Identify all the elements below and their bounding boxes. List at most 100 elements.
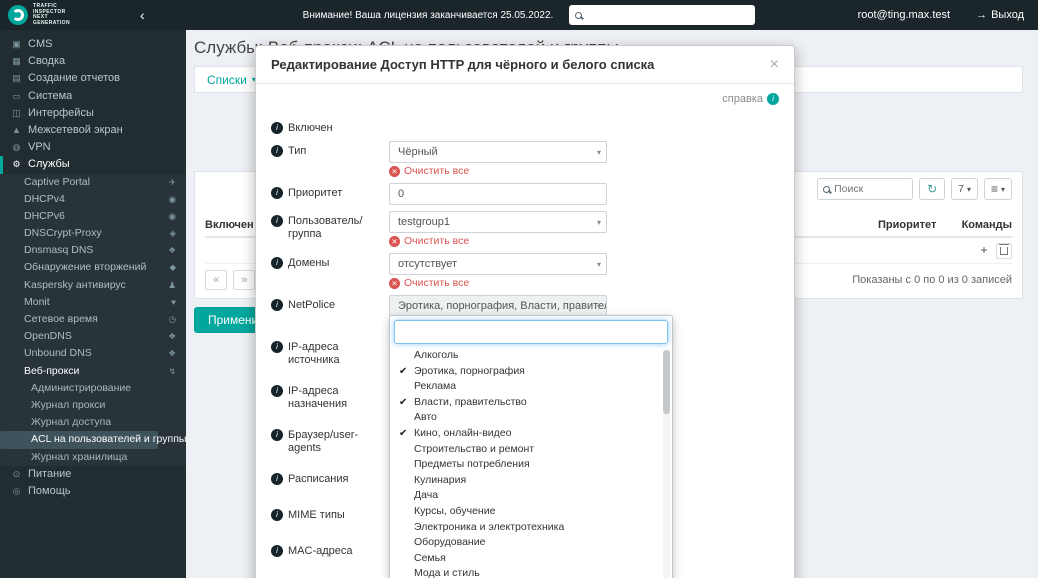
domains-select[interactable]: отсутствует <box>389 253 607 275</box>
refresh-button[interactable] <box>919 178 946 200</box>
sidebar-item[interactable]: ⊙ Питание <box>0 466 186 483</box>
info-icon <box>271 145 283 157</box>
sidebar-item[interactable]: ◍ VPN <box>0 139 186 156</box>
field-domains: Домены отсутствует Очистить все <box>271 253 779 289</box>
pager-prev-button[interactable]: « <box>205 270 227 290</box>
field-user-group: Пользователь/группа testgroup1 Очистить … <box>271 211 779 247</box>
help-link[interactable]: справка <box>271 92 779 106</box>
sidebar-collapse-icon[interactable]: ‹ <box>140 0 145 30</box>
add-button[interactable] <box>977 244 991 258</box>
sidebar-service-item[interactable]: Сетевое время ◷ <box>0 311 186 328</box>
dropdown-option[interactable]: Кулинария <box>394 473 668 489</box>
dropdown-option[interactable]: Дача <box>394 488 668 504</box>
sidebar-item-label: DHCPv6 <box>24 209 65 222</box>
sidebar-item[interactable]: ▣ CMS <box>0 36 186 53</box>
dropdown-option[interactable]: Мода и стиль <box>394 566 668 578</box>
sidebar-item-label: Питание <box>28 467 72 480</box>
dropdown-option[interactable]: Авто <box>394 410 668 426</box>
system-icon: ▭ <box>12 90 21 101</box>
dropdown-option[interactable]: Алкоголь <box>394 348 668 364</box>
info-icon <box>271 385 283 397</box>
dns-icon: ❖ <box>168 331 176 342</box>
sidebar-webproxy-item[interactable]: Журнал прокси <box>0 397 186 414</box>
info-icon <box>271 473 283 485</box>
sidebar-item[interactable]: ◎ Помощь <box>0 483 186 500</box>
dropdown-option[interactable]: Эротика, порнография <box>394 364 668 380</box>
dropdown-option[interactable]: Кино, онлайн-видео <box>394 426 668 442</box>
logout-button[interactable]: → Выход <box>976 9 1024 21</box>
search-icon <box>823 185 831 193</box>
sidebar-item[interactable]: ▦ Сводка <box>0 53 186 70</box>
sidebar-service-item[interactable]: Monit ♥ <box>0 294 186 311</box>
dropdown-option[interactable]: Предметы потребления <box>394 457 668 473</box>
clear-icon <box>389 165 400 177</box>
scrollbar-thumb[interactable] <box>663 350 670 414</box>
sidebar-item[interactable]: ▲ Межсетевой экран <box>0 122 186 139</box>
sidebar-item[interactable]: ◫ Интерфейсы <box>0 105 186 122</box>
clear-all-link[interactable]: Очистить все <box>389 277 607 289</box>
cms-icon: ▣ <box>12 39 21 49</box>
field-enabled: Включен <box>271 118 779 135</box>
sidebar-item-label: Сводка <box>28 55 66 68</box>
netpolice-select[interactable]: Эротика, порнография, Власти, правительс… <box>389 295 607 317</box>
sidebar-service-item[interactable]: DHCPv4 ◉ <box>0 191 186 208</box>
sidebar-service-item[interactable]: Веб-прокси ↯ <box>0 363 186 380</box>
global-search <box>569 5 756 25</box>
check-icon <box>399 395 407 411</box>
user-group-select[interactable]: testgroup1 <box>389 211 607 233</box>
sidebar-item-label: Unbound DNS <box>24 347 92 360</box>
info-icon <box>271 545 283 557</box>
type-select[interactable]: Чёрный <box>389 141 607 163</box>
sidebar-service-item[interactable]: Captive Portal ✈ <box>0 174 186 191</box>
sidebar-item[interactable]: ▭ Система <box>0 88 186 105</box>
sidebar-service-item[interactable]: DNSCrypt-Proxy ◈ <box>0 225 186 242</box>
dropdown-search-input[interactable] <box>394 320 668 344</box>
field-priority: Приоритет <box>271 183 779 205</box>
sidebar-webproxy-item[interactable]: Журнал хранилища <box>0 449 186 466</box>
sidebar-service-item[interactable]: DHCPv6 ◉ <box>0 208 186 225</box>
close-icon[interactable]: × <box>770 56 779 73</box>
dropdown-option[interactable]: Строительство и ремонт <box>394 442 668 458</box>
sidebar-service-item[interactable]: Unbound DNS ❖ <box>0 345 186 362</box>
info-icon <box>271 299 283 311</box>
sidebar-item-label: Администрирование <box>31 381 132 394</box>
paper-plane-icon: ✈ <box>168 176 176 187</box>
scrollbar <box>663 350 670 578</box>
priority-input[interactable] <box>389 183 607 205</box>
sidebar-item-label: ACL на пользователей и группы <box>31 433 187 446</box>
sidebar-webproxy-item[interactable]: Администрирование <box>0 380 186 397</box>
sidebar-item-label: Веб-прокси <box>24 364 80 377</box>
dropdown-option[interactable]: Оборудование <box>394 535 668 551</box>
page-size-button[interactable]: 7 ▾ <box>951 178 978 200</box>
sidebar-service-item[interactable]: OpenDNS ❖ <box>0 328 186 345</box>
sidebar: ▣ CMS ▦ Сводка ▤ Создание отчетов ▭ Сист… <box>0 30 186 578</box>
sidebar-webproxy-item[interactable]: Журнал доступа <box>0 414 186 431</box>
sidebar-webproxy-item[interactable]: ACL на пользователей и группы <box>0 431 186 449</box>
sidebar-item-label: Журнал прокси <box>31 398 106 411</box>
sidebar-item-label: DHCPv4 <box>24 192 65 205</box>
dashboard-icon: ▦ <box>12 56 21 67</box>
table-search-input[interactable] <box>834 183 908 195</box>
sidebar-item[interactable]: ▤ Создание отчетов <box>0 70 186 87</box>
column-priority: Приоритет <box>878 219 937 231</box>
chevron-down-icon <box>597 296 601 316</box>
columns-button[interactable]: ▾ <box>983 178 1012 200</box>
dropdown-option[interactable]: Курсы, обучение <box>394 504 668 520</box>
license-warning: Внимание! Ваша лицензия заканчивается 25… <box>302 9 554 21</box>
sidebar-service-item[interactable]: Обнаружение вторжений ◆ <box>0 259 186 276</box>
sidebar-service-item[interactable]: Kaspersky антивирус ♟ <box>0 277 186 294</box>
sidebar-item[interactable]: ⚙ Службы <box>0 156 186 174</box>
info-icon <box>271 429 283 441</box>
sidebar-service-item[interactable]: Dnsmasq DNS ❖ <box>0 242 186 259</box>
global-search-input[interactable] <box>587 9 750 21</box>
dropdown-option[interactable]: Электроника и электротехника <box>394 520 668 536</box>
dropdown-option[interactable]: Семья <box>394 551 668 567</box>
pager-next-button[interactable]: » <box>233 270 256 290</box>
sidebar-item-label: DNSCrypt-Proxy <box>24 227 102 240</box>
dropdown-option[interactable]: Власти, правительство <box>394 395 668 411</box>
dropdown-option[interactable]: Реклама <box>394 379 668 395</box>
clear-all-link[interactable]: Очистить все <box>389 165 607 177</box>
info-icon <box>271 509 283 521</box>
clear-all-link[interactable]: Очистить все <box>389 235 607 247</box>
delete-button[interactable] <box>996 242 1012 259</box>
